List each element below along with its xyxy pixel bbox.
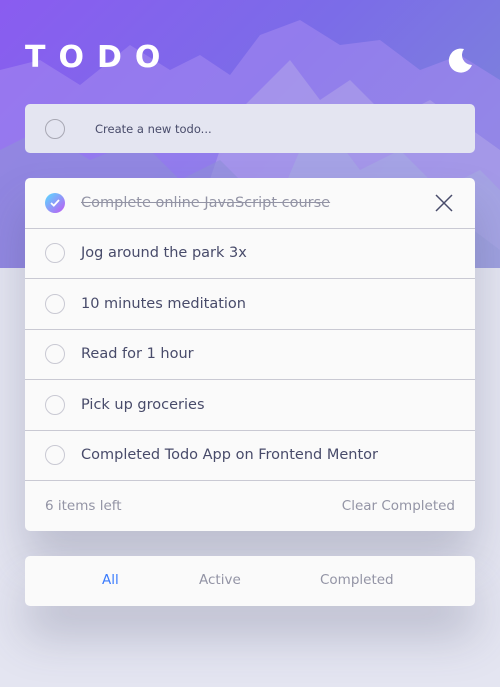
todo-checkbox[interactable] [45, 445, 65, 466]
todo-item[interactable]: Jog around the park 3x [25, 229, 475, 279]
moon-icon [448, 48, 472, 73]
items-left-count: 6 items left [45, 498, 122, 514]
todo-text: Completed Todo App on Frontend Mentor [81, 447, 378, 464]
filter-bar: All Active Completed [25, 556, 475, 606]
todo-item[interactable]: 10 minutes meditation [25, 279, 475, 330]
todo-text: Pick up groceries [81, 396, 205, 413]
new-todo-bar [25, 104, 475, 153]
todo-text: Read for 1 hour [81, 346, 194, 363]
delete-button[interactable] [433, 192, 455, 214]
clear-completed-button[interactable]: Clear Completed [342, 498, 455, 514]
close-icon [435, 194, 453, 212]
checkmark-icon [50, 199, 60, 207]
todo-list: Complete online JavaScript course Jog ar… [25, 178, 475, 531]
new-todo-circle[interactable] [45, 118, 65, 139]
todo-checkbox[interactable] [45, 394, 65, 415]
todo-checkbox[interactable] [45, 344, 65, 365]
filter-all[interactable]: All [102, 572, 119, 588]
todo-text: 10 minutes meditation [81, 295, 246, 312]
todo-checkbox-checked[interactable] [45, 192, 65, 213]
todo-checkbox[interactable] [45, 293, 65, 314]
todo-item[interactable]: Complete online JavaScript course [25, 178, 475, 229]
filter-completed[interactable]: Completed [320, 572, 394, 588]
todo-item[interactable]: Read for 1 hour [25, 330, 475, 380]
todo-item[interactable]: Completed Todo App on Frontend Mentor [25, 431, 475, 481]
theme-toggle-button[interactable] [445, 46, 475, 76]
list-footer: 6 items left Clear Completed [25, 481, 475, 531]
filter-active[interactable]: Active [199, 572, 241, 588]
todo-text: Complete online JavaScript course [81, 194, 331, 211]
new-todo-input[interactable] [95, 121, 395, 136]
todo-item[interactable]: Pick up groceries [25, 380, 475, 431]
app-title: TODO [25, 40, 174, 75]
todo-checkbox[interactable] [45, 243, 65, 264]
todo-text: Jog around the park 3x [81, 245, 247, 262]
